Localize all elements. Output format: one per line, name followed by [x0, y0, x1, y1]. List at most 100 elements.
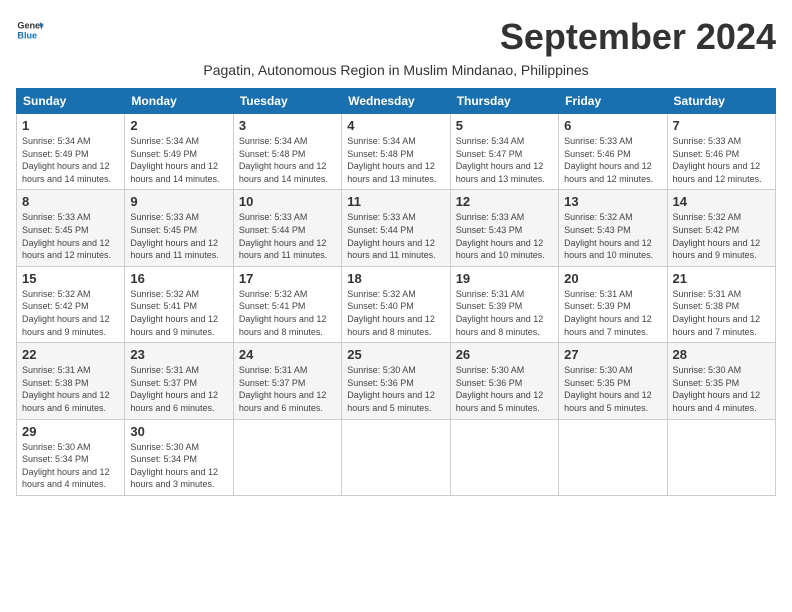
day-number: 9 — [130, 194, 227, 209]
calendar-week-3: 15 Sunrise: 5:32 AM Sunset: 5:42 PM Dayl… — [17, 266, 776, 342]
day-number: 2 — [130, 118, 227, 133]
day-number: 11 — [347, 194, 444, 209]
calendar-cell: 15 Sunrise: 5:32 AM Sunset: 5:42 PM Dayl… — [17, 266, 125, 342]
calendar-cell: 5 Sunrise: 5:34 AM Sunset: 5:47 PM Dayli… — [450, 114, 558, 190]
day-info: Sunrise: 5:33 AM Sunset: 5:44 PM Dayligh… — [239, 211, 336, 261]
day-info: Sunrise: 5:34 AM Sunset: 5:48 PM Dayligh… — [239, 135, 336, 185]
header-wednesday: Wednesday — [342, 89, 450, 114]
calendar-cell: 18 Sunrise: 5:32 AM Sunset: 5:40 PM Dayl… — [342, 266, 450, 342]
day-info: Sunrise: 5:31 AM Sunset: 5:37 PM Dayligh… — [239, 364, 336, 414]
day-number: 20 — [564, 271, 661, 286]
calendar-cell: 30 Sunrise: 5:30 AM Sunset: 5:34 PM Dayl… — [125, 419, 233, 495]
day-info: Sunrise: 5:32 AM Sunset: 5:41 PM Dayligh… — [239, 288, 336, 338]
calendar-cell: 2 Sunrise: 5:34 AM Sunset: 5:49 PM Dayli… — [125, 114, 233, 190]
logo: General Blue — [16, 16, 44, 44]
day-info: Sunrise: 5:31 AM Sunset: 5:39 PM Dayligh… — [456, 288, 553, 338]
calendar-cell: 8 Sunrise: 5:33 AM Sunset: 5:45 PM Dayli… — [17, 190, 125, 266]
calendar-cell: 24 Sunrise: 5:31 AM Sunset: 5:37 PM Dayl… — [233, 343, 341, 419]
day-number: 10 — [239, 194, 336, 209]
calendar-cell: 13 Sunrise: 5:32 AM Sunset: 5:43 PM Dayl… — [559, 190, 667, 266]
calendar-cell: 29 Sunrise: 5:30 AM Sunset: 5:34 PM Dayl… — [17, 419, 125, 495]
day-number: 17 — [239, 271, 336, 286]
calendar-cell — [667, 419, 775, 495]
day-number: 26 — [456, 347, 553, 362]
day-number: 15 — [22, 271, 119, 286]
calendar-cell — [559, 419, 667, 495]
day-info: Sunrise: 5:30 AM Sunset: 5:34 PM Dayligh… — [130, 441, 227, 491]
calendar-cell: 3 Sunrise: 5:34 AM Sunset: 5:48 PM Dayli… — [233, 114, 341, 190]
day-info: Sunrise: 5:30 AM Sunset: 5:35 PM Dayligh… — [673, 364, 770, 414]
calendar-table: SundayMondayTuesdayWednesdayThursdayFrid… — [16, 88, 776, 496]
day-info: Sunrise: 5:33 AM Sunset: 5:43 PM Dayligh… — [456, 211, 553, 261]
subtitle: Pagatin, Autonomous Region in Muslim Min… — [16, 62, 776, 78]
day-info: Sunrise: 5:30 AM Sunset: 5:36 PM Dayligh… — [347, 364, 444, 414]
calendar-cell: 19 Sunrise: 5:31 AM Sunset: 5:39 PM Dayl… — [450, 266, 558, 342]
calendar-cell: 22 Sunrise: 5:31 AM Sunset: 5:38 PM Dayl… — [17, 343, 125, 419]
calendar-cell: 12 Sunrise: 5:33 AM Sunset: 5:43 PM Dayl… — [450, 190, 558, 266]
calendar-cell: 6 Sunrise: 5:33 AM Sunset: 5:46 PM Dayli… — [559, 114, 667, 190]
day-info: Sunrise: 5:33 AM Sunset: 5:44 PM Dayligh… — [347, 211, 444, 261]
day-info: Sunrise: 5:33 AM Sunset: 5:45 PM Dayligh… — [130, 211, 227, 261]
day-info: Sunrise: 5:30 AM Sunset: 5:34 PM Dayligh… — [22, 441, 119, 491]
day-number: 5 — [456, 118, 553, 133]
day-info: Sunrise: 5:33 AM Sunset: 5:46 PM Dayligh… — [673, 135, 770, 185]
day-number: 25 — [347, 347, 444, 362]
header-thursday: Thursday — [450, 89, 558, 114]
day-number: 6 — [564, 118, 661, 133]
day-info: Sunrise: 5:30 AM Sunset: 5:36 PM Dayligh… — [456, 364, 553, 414]
calendar-cell: 27 Sunrise: 5:30 AM Sunset: 5:35 PM Dayl… — [559, 343, 667, 419]
calendar-week-5: 29 Sunrise: 5:30 AM Sunset: 5:34 PM Dayl… — [17, 419, 776, 495]
calendar-cell: 23 Sunrise: 5:31 AM Sunset: 5:37 PM Dayl… — [125, 343, 233, 419]
calendar-cell: 17 Sunrise: 5:32 AM Sunset: 5:41 PM Dayl… — [233, 266, 341, 342]
calendar-cell — [450, 419, 558, 495]
day-number: 22 — [22, 347, 119, 362]
calendar-week-2: 8 Sunrise: 5:33 AM Sunset: 5:45 PM Dayli… — [17, 190, 776, 266]
calendar-cell: 14 Sunrise: 5:32 AM Sunset: 5:42 PM Dayl… — [667, 190, 775, 266]
calendar-cell: 7 Sunrise: 5:33 AM Sunset: 5:46 PM Dayli… — [667, 114, 775, 190]
day-number: 8 — [22, 194, 119, 209]
day-info: Sunrise: 5:31 AM Sunset: 5:38 PM Dayligh… — [673, 288, 770, 338]
calendar-week-1: 1 Sunrise: 5:34 AM Sunset: 5:49 PM Dayli… — [17, 114, 776, 190]
day-info: Sunrise: 5:30 AM Sunset: 5:35 PM Dayligh… — [564, 364, 661, 414]
calendar-cell: 28 Sunrise: 5:30 AM Sunset: 5:35 PM Dayl… — [667, 343, 775, 419]
day-info: Sunrise: 5:32 AM Sunset: 5:43 PM Dayligh… — [564, 211, 661, 261]
day-info: Sunrise: 5:33 AM Sunset: 5:45 PM Dayligh… — [22, 211, 119, 261]
calendar-cell — [233, 419, 341, 495]
day-number: 13 — [564, 194, 661, 209]
calendar-cell: 21 Sunrise: 5:31 AM Sunset: 5:38 PM Dayl… — [667, 266, 775, 342]
header-saturday: Saturday — [667, 89, 775, 114]
day-number: 24 — [239, 347, 336, 362]
day-info: Sunrise: 5:32 AM Sunset: 5:40 PM Dayligh… — [347, 288, 444, 338]
svg-text:Blue: Blue — [17, 30, 37, 40]
header: General Blue September 2024 — [16, 16, 776, 58]
calendar-cell — [342, 419, 450, 495]
day-number: 4 — [347, 118, 444, 133]
day-number: 27 — [564, 347, 661, 362]
calendar-cell: 25 Sunrise: 5:30 AM Sunset: 5:36 PM Dayl… — [342, 343, 450, 419]
day-info: Sunrise: 5:31 AM Sunset: 5:38 PM Dayligh… — [22, 364, 119, 414]
day-number: 23 — [130, 347, 227, 362]
calendar-cell: 11 Sunrise: 5:33 AM Sunset: 5:44 PM Dayl… — [342, 190, 450, 266]
calendar-header-row: SundayMondayTuesdayWednesdayThursdayFrid… — [17, 89, 776, 114]
calendar-cell: 9 Sunrise: 5:33 AM Sunset: 5:45 PM Dayli… — [125, 190, 233, 266]
day-number: 21 — [673, 271, 770, 286]
month-title: September 2024 — [500, 16, 776, 58]
day-number: 14 — [673, 194, 770, 209]
day-number: 19 — [456, 271, 553, 286]
header-monday: Monday — [125, 89, 233, 114]
day-info: Sunrise: 5:34 AM Sunset: 5:49 PM Dayligh… — [130, 135, 227, 185]
day-number: 7 — [673, 118, 770, 133]
day-number: 3 — [239, 118, 336, 133]
day-info: Sunrise: 5:31 AM Sunset: 5:39 PM Dayligh… — [564, 288, 661, 338]
day-info: Sunrise: 5:32 AM Sunset: 5:42 PM Dayligh… — [673, 211, 770, 261]
calendar-cell: 4 Sunrise: 5:34 AM Sunset: 5:48 PM Dayli… — [342, 114, 450, 190]
day-number: 1 — [22, 118, 119, 133]
calendar-cell: 10 Sunrise: 5:33 AM Sunset: 5:44 PM Dayl… — [233, 190, 341, 266]
calendar-cell: 1 Sunrise: 5:34 AM Sunset: 5:49 PM Dayli… — [17, 114, 125, 190]
header-sunday: Sunday — [17, 89, 125, 114]
day-number: 28 — [673, 347, 770, 362]
day-number: 12 — [456, 194, 553, 209]
calendar-week-4: 22 Sunrise: 5:31 AM Sunset: 5:38 PM Dayl… — [17, 343, 776, 419]
day-info: Sunrise: 5:34 AM Sunset: 5:47 PM Dayligh… — [456, 135, 553, 185]
calendar-cell: 16 Sunrise: 5:32 AM Sunset: 5:41 PM Dayl… — [125, 266, 233, 342]
